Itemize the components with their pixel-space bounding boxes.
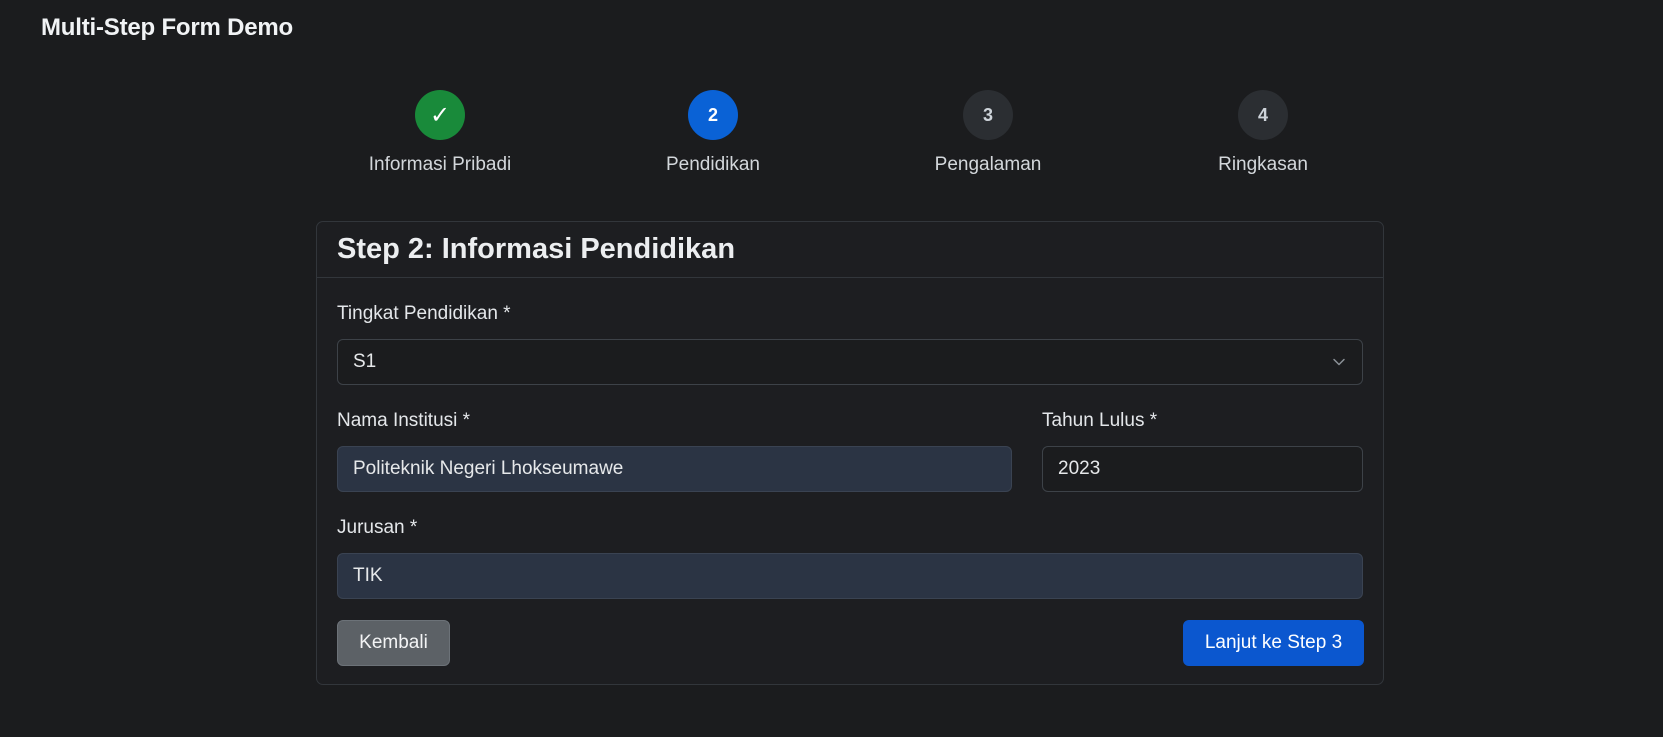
stepper: ✓ Informasi Pribadi 2 Pendidikan 3 Penga…: [300, 90, 1400, 185]
education-level-label: Tingkat Pendidikan *: [337, 303, 511, 324]
step-label: Pengalaman: [934, 154, 1042, 175]
check-icon: ✓: [415, 90, 465, 140]
step-experience[interactable]: 3 Pengalaman: [888, 90, 1088, 176]
form-title: Step 2: Informasi Pendidikan: [337, 233, 736, 265]
major-input[interactable]: TIK: [337, 553, 1363, 599]
back-button[interactable]: Kembali: [337, 620, 450, 666]
institution-label: Nama Institusi *: [337, 410, 471, 431]
major-value: TIK: [353, 565, 383, 586]
step-personal-info[interactable]: ✓ Informasi Pribadi: [340, 90, 540, 176]
app-title: Multi-Step Form Demo: [41, 14, 293, 41]
page: Multi-Step Form Demo ✓ Informasi Pribadi…: [0, 0, 1663, 737]
step-number: 3: [963, 90, 1013, 140]
chevron-down-icon: [1333, 358, 1345, 366]
graduation-year-label: Tahun Lulus *: [1042, 410, 1158, 431]
graduation-year-input[interactable]: 2023: [1042, 446, 1363, 492]
step-label: Ringkasan: [1218, 154, 1308, 175]
step-label: Informasi Pribadi: [368, 154, 512, 175]
step-education[interactable]: 2 Pendidikan: [613, 90, 813, 176]
institution-input[interactable]: Politeknik Negeri Lhokseumawe: [337, 446, 1012, 492]
graduation-year-value: 2023: [1058, 458, 1101, 479]
major-label: Jurusan *: [337, 517, 418, 538]
card-header: Step 2: Informasi Pendidikan: [317, 222, 1383, 278]
next-step-button[interactable]: Lanjut ke Step 3: [1183, 620, 1364, 666]
step-label: Pendidikan: [665, 154, 761, 175]
step-number: 4: [1238, 90, 1288, 140]
education-level-select[interactable]: S1: [337, 339, 1363, 385]
step-summary[interactable]: 4 Ringkasan: [1163, 90, 1363, 176]
step-number: 2: [688, 90, 738, 140]
education-level-value: S1: [353, 351, 377, 372]
form-card: Step 2: Informasi Pendidikan Tingkat Pen…: [316, 221, 1384, 685]
institution-value: Politeknik Negeri Lhokseumawe: [353, 458, 624, 479]
